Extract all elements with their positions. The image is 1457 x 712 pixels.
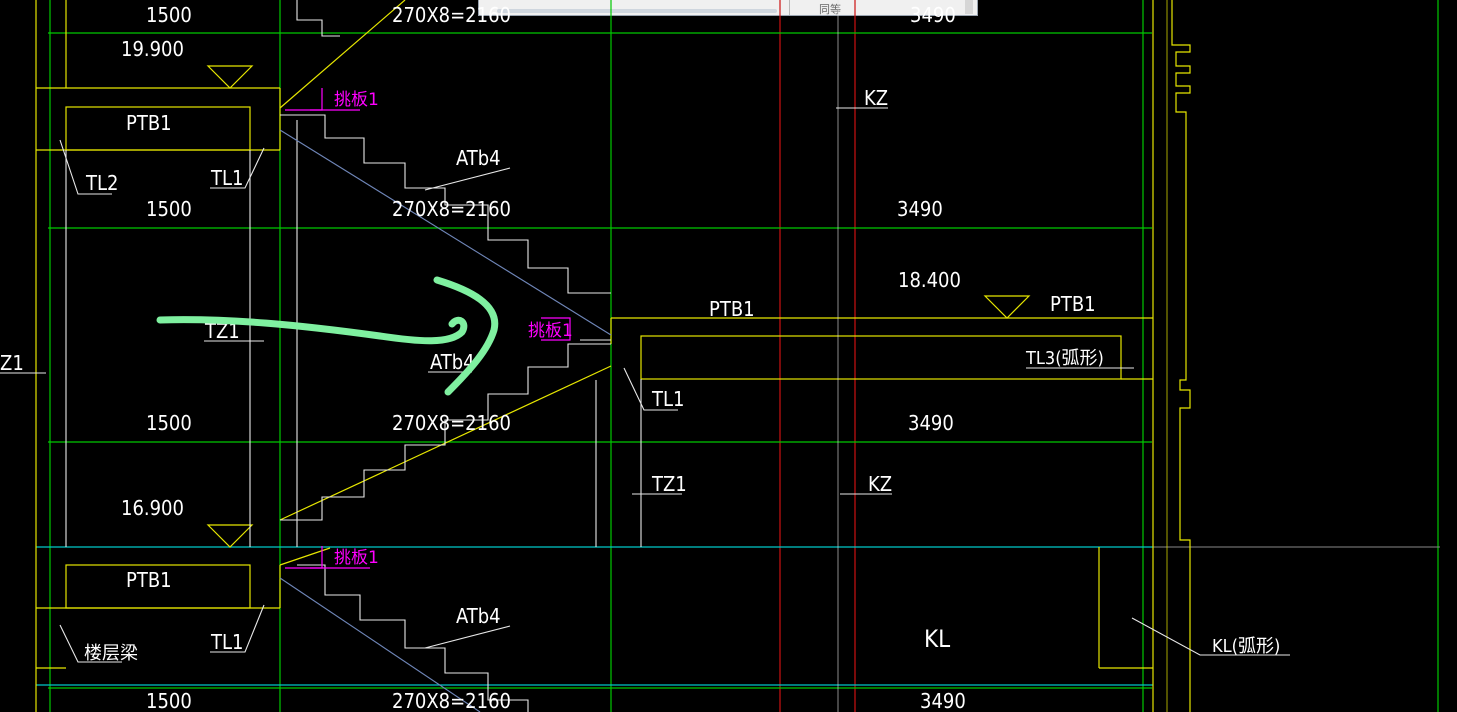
member-label-ptb1: PTB1 xyxy=(126,111,172,135)
elevation-marker xyxy=(206,524,254,548)
member-label-tl2: TL2 xyxy=(85,171,118,195)
member-label-tl1: TL1 xyxy=(210,166,243,190)
dimension-lines xyxy=(48,0,1439,712)
dimension-text: 1500 xyxy=(146,689,192,712)
elevation-text: 18.400 xyxy=(898,268,961,292)
dimension-text: 3490 xyxy=(908,411,954,435)
member-label-ptb1: PTB1 xyxy=(126,568,172,592)
floor-lines xyxy=(36,546,1440,686)
elevation-marker xyxy=(206,65,254,89)
dimension-text: 3490 xyxy=(910,3,956,27)
dimension-text: 270X8=2160 xyxy=(392,3,511,27)
member-label-ptb1: PTB1 xyxy=(1050,292,1096,316)
member-label-tl1: TL1 xyxy=(210,630,243,654)
member-label-kz: KZ xyxy=(864,86,888,110)
cad-drawing-canvas[interactable]: 1500 270X8=2160 3490 1500 270X8=2160 349… xyxy=(0,0,1457,712)
member-label-floor-beam: 楼层梁 xyxy=(84,643,138,664)
dimension-text: 3490 xyxy=(920,689,966,712)
dimension-text: 3490 xyxy=(897,197,943,221)
slab-labels: 挑板1 挑板1 挑板1 xyxy=(334,90,573,568)
member-labels: PTB1 PTB1 PTB1 PTB1 TL2 TL1 TL1 TL1 ATb4… xyxy=(0,86,1280,664)
member-label-tl1: TL1 xyxy=(651,387,684,411)
dimension-text: 270X8=2160 xyxy=(392,689,511,712)
axis-lines xyxy=(779,0,856,712)
dimension-text: 1500 xyxy=(146,411,192,435)
dimension-text: 1500 xyxy=(146,197,192,221)
member-label-z1: Z1 xyxy=(0,351,24,375)
elevation-text: 19.900 xyxy=(121,37,184,61)
elevation-text: 16.900 xyxy=(121,496,184,520)
elevation-marker xyxy=(983,295,1031,319)
member-label-atb4: ATb4 xyxy=(456,146,501,170)
member-label-kl: KL xyxy=(924,625,950,653)
member-label-tz1: TZ1 xyxy=(651,472,687,496)
member-label-tl3: TL3(弧形) xyxy=(1025,348,1104,369)
slab-label: 挑板1 xyxy=(528,321,573,341)
slab-label: 挑板1 xyxy=(334,90,379,110)
elevation-texts: 19.900 18.400 16.900 xyxy=(121,37,961,520)
member-label-kz: KZ xyxy=(868,472,892,496)
member-label-atb4: ATb4 xyxy=(456,604,501,628)
dimension-text: 270X8=2160 xyxy=(392,197,511,221)
member-label-kl-arc: KL(弧形) xyxy=(1212,636,1280,657)
slab-label: 挑板1 xyxy=(334,548,379,568)
leader-lines xyxy=(0,107,1290,663)
member-label-ptb1: PTB1 xyxy=(709,297,755,321)
dimension-texts: 1500 270X8=2160 3490 1500 270X8=2160 349… xyxy=(146,3,966,712)
outline xyxy=(35,0,1191,712)
dimension-text: 1500 xyxy=(146,3,192,27)
dimension-text: 270X8=2160 xyxy=(392,411,511,435)
